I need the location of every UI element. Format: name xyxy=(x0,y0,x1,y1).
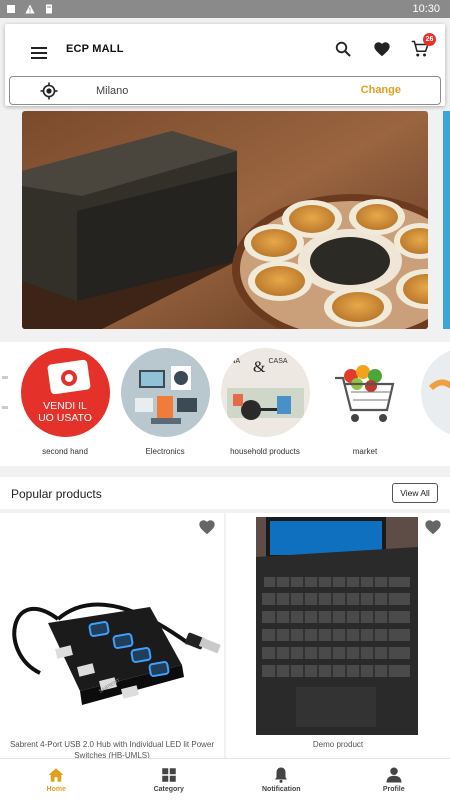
location-bar[interactable]: Milano Change xyxy=(9,76,441,105)
grid-icon xyxy=(162,768,176,782)
nav-home[interactable]: Home xyxy=(0,759,113,800)
tea-banner-image xyxy=(22,111,428,329)
warning-icon xyxy=(25,4,35,14)
prev-category-peek xyxy=(2,376,8,409)
product-card[interactable]: SABRENT Sabrent 4-Port USB 2.0 Hub with … xyxy=(0,513,224,761)
location-city: Milano xyxy=(96,85,129,97)
person-icon xyxy=(386,767,402,783)
category-label: household products xyxy=(230,447,300,456)
product-card[interactable]: Demo product xyxy=(226,513,450,761)
app-header: ECP MALL 26 Milano Change xyxy=(5,24,445,106)
app-title: ECP MALL xyxy=(66,43,124,55)
sd-card-icon xyxy=(46,4,52,14)
view-all-button[interactable]: View All xyxy=(392,483,438,503)
category-image: VENDI IL UO USATO xyxy=(20,348,110,437)
menu-button[interactable] xyxy=(25,39,53,67)
nav-label: Category xyxy=(153,786,184,793)
search-icon xyxy=(335,41,351,57)
category-second-hand[interactable]: VENDI IL UO USATO second hand xyxy=(20,348,110,456)
category-electronics[interactable]: Electronics xyxy=(120,348,210,456)
heart-icon xyxy=(374,42,390,57)
promo-banner[interactable] xyxy=(22,111,428,329)
category-partial[interactable]: S xyxy=(420,348,450,456)
household-icon: & xyxy=(226,359,304,420)
category-image: INA CASA & xyxy=(220,348,310,437)
category-strip: VENDI IL UO USATO second hand Electronics… xyxy=(0,342,450,466)
popular-products-header: Popular products View All xyxy=(0,477,450,509)
shopping-cart-icon xyxy=(334,365,394,422)
nav-label: Home xyxy=(46,786,66,793)
category-household-products[interactable]: INA CASA & household products xyxy=(220,348,310,456)
heart-icon[interactable] xyxy=(198,519,216,535)
category-label: Electronics xyxy=(145,447,185,456)
next-banner-peek xyxy=(443,111,450,329)
category-label: S xyxy=(420,447,450,456)
cart-count-badge: 26 xyxy=(423,33,436,46)
menu-icon xyxy=(31,47,47,59)
category-image xyxy=(120,348,210,437)
home-icon xyxy=(48,768,64,782)
section-title: Popular products xyxy=(11,487,102,501)
status-time: 10:30 xyxy=(412,3,440,15)
bottom-navigation: Home Category Notification Profile xyxy=(0,758,450,800)
electronics-icon xyxy=(134,366,197,424)
category-label: second hand xyxy=(42,447,88,456)
category-label: market xyxy=(352,447,378,456)
category-image xyxy=(320,348,410,437)
change-location-button[interactable]: Change xyxy=(361,84,401,96)
gps-icon xyxy=(40,82,58,100)
sport-icon xyxy=(428,379,450,391)
nav-category[interactable]: Category xyxy=(113,759,226,800)
search-button[interactable] xyxy=(330,36,356,62)
product-name: Demo product xyxy=(312,740,364,749)
cart-button[interactable]: 26 xyxy=(407,33,436,62)
heart-icon[interactable] xyxy=(424,519,442,535)
bell-icon xyxy=(275,767,288,783)
nav-label: Notification xyxy=(262,786,301,793)
nav-notification[interactable]: Notification xyxy=(225,759,338,800)
laptop-image xyxy=(256,517,418,735)
category-image-text: VENDI IL UO USATO xyxy=(38,400,92,424)
square-icon xyxy=(7,5,15,13)
usb-hub-image: SABRENT xyxy=(12,602,221,705)
nav-profile[interactable]: Profile xyxy=(338,759,450,800)
nav-label: Profile xyxy=(382,786,405,793)
category-market[interactable]: market xyxy=(320,348,410,456)
status-bar: 10:30 xyxy=(0,0,450,18)
svg-text:&: & xyxy=(253,359,266,376)
category-image xyxy=(420,348,450,437)
wishlist-button[interactable] xyxy=(369,36,395,62)
